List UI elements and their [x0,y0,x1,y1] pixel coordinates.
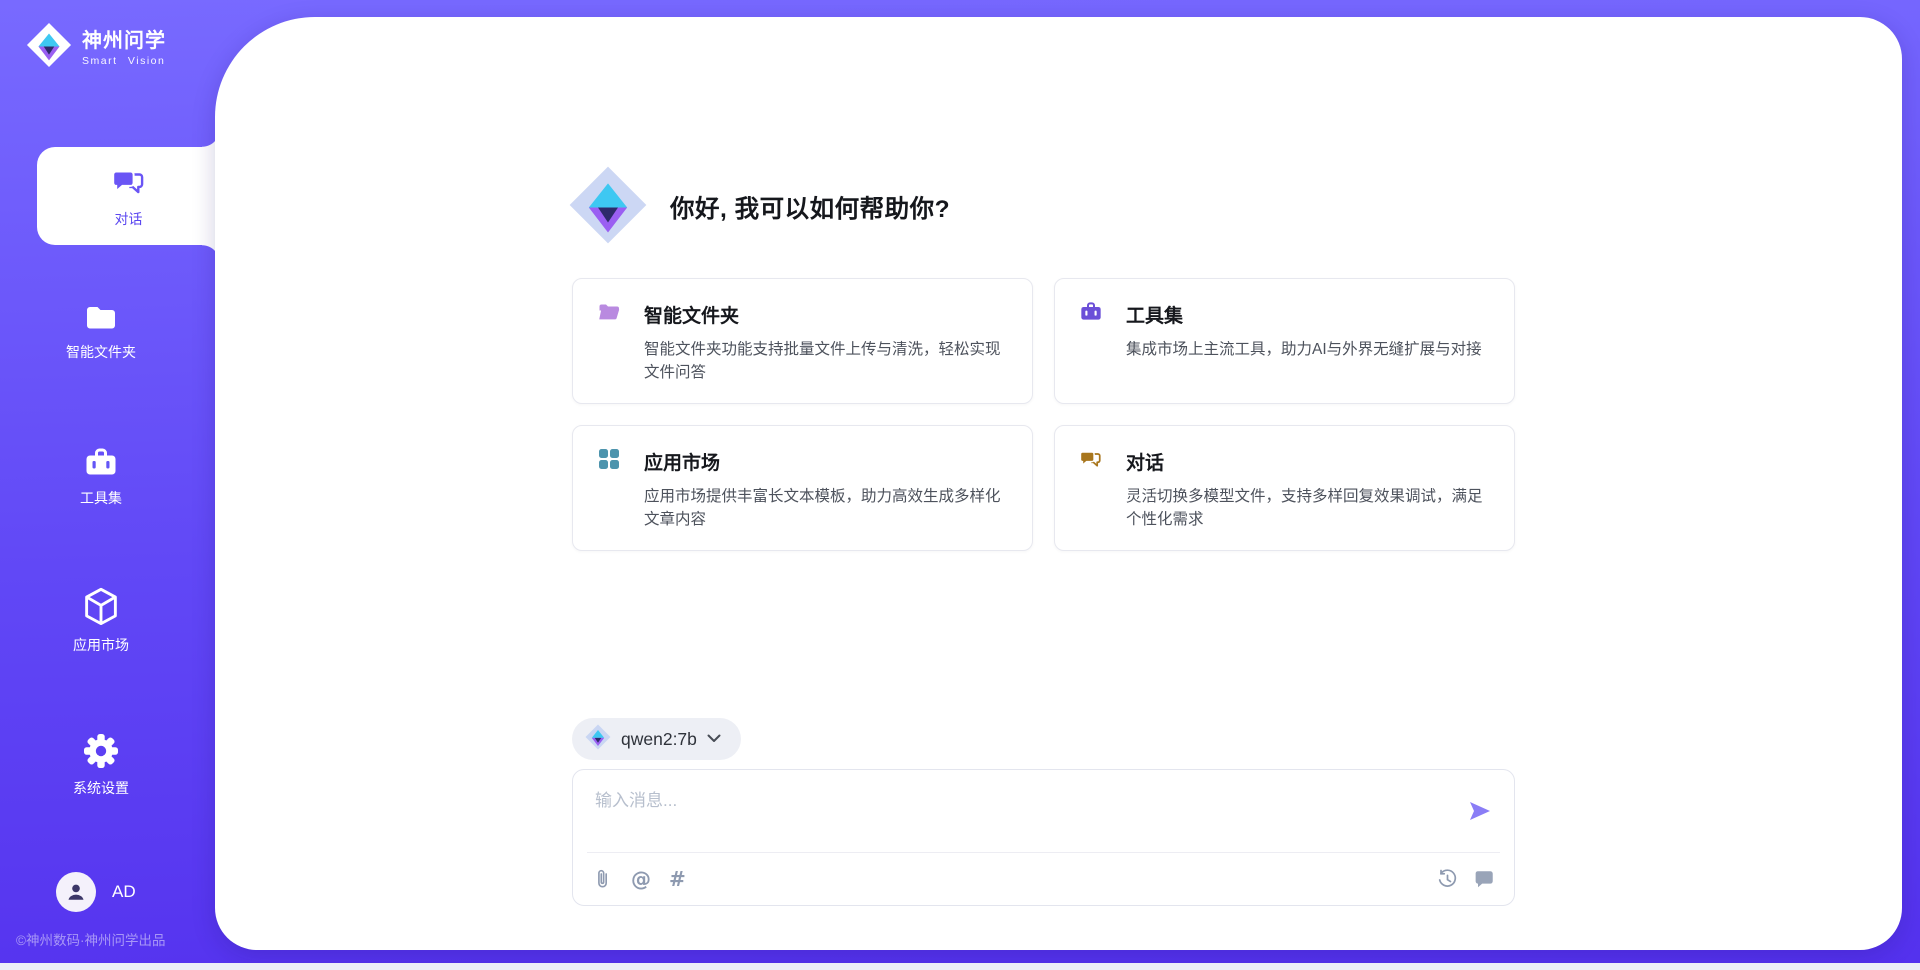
greeting: 你好, 我可以如何帮助你? [568,165,950,250]
brand-subtitle: Smart Vision [82,55,166,67]
card-smart-folder[interactable]: 智能文件夹 智能文件夹功能支持批量文件上传与清洗，轻松实现文件问答 [572,278,1033,404]
card-description: 智能文件夹功能支持批量文件上传与清洗，轻松实现文件问答 [644,338,1008,385]
history-button[interactable] [1437,869,1458,890]
sidebar-item-label: 工具集 [80,488,122,508]
card-title: 工具集 [1126,301,1183,328]
sidebar: 神州问学 Smart Vision 对话 智能文件夹 [0,0,215,970]
send-button[interactable] [1466,798,1494,827]
card-toolset[interactable]: 工具集 集成市场上主流工具，助力AI与外界无缝扩展与对接 [1054,278,1515,404]
user-account[interactable]: AD [56,872,136,912]
greeting-diamond-logo-icon [568,165,648,250]
brand-title: 神州问学 [82,29,166,53]
send-icon [1468,800,1492,822]
chat-bubbles-icon [1079,447,1103,476]
card-description: 应用市场提供丰富长文本模板，助力高效生成多样化文章内容 [644,485,1008,532]
sidebar-item-chat[interactable]: 对话 [37,147,220,245]
main-panel: 你好, 我可以如何帮助你? 智能文件夹 智能文件夹功能支持批量文件上传与清洗，轻… [215,17,1902,950]
folder-icon [83,299,119,335]
chevron-down-icon [707,730,721,748]
new-chat-button[interactable] [1474,869,1494,889]
sidebar-item-settings[interactable]: 系统设置 [0,731,202,798]
brand: 神州问学 Smart Vision [26,22,166,73]
sidebar-item-label: 应用市场 [73,635,129,655]
model-diamond-logo-icon [585,724,611,755]
card-app-market[interactable]: 应用市场 应用市场提供丰富长文本模板，助力高效生成多样化文章内容 [572,425,1033,551]
app-grid-icon [597,447,621,476]
hash-topic-button[interactable]: # [669,868,686,890]
card-title: 对话 [1126,448,1164,475]
toolbox-icon [1079,300,1103,329]
toolbox-icon [83,445,119,481]
history-icon [1437,869,1458,890]
chat-bubble-icon [1474,869,1494,889]
hash-topic-icon: # [669,868,686,890]
at-mention-button[interactable]: @ [631,868,651,890]
model-selector[interactable]: qwen2:7b [572,718,741,760]
folder-open-icon [597,300,621,329]
card-description: 集成市场上主流工具，助力AI与外界无缝扩展与对接 [1126,338,1490,361]
avatar [56,872,96,912]
chat-bubbles-icon [111,164,147,203]
window-bottom-strip [0,963,1920,970]
copyright-footer: ©神州数码·神州问学出品 [16,929,165,949]
composer-divider [587,852,1500,853]
at-mention-icon: @ [631,868,651,890]
card-title: 应用市场 [644,448,720,475]
user-name: AD [112,882,136,902]
sidebar-item-label: 对话 [115,209,143,229]
message-composer: @ # [572,769,1515,906]
card-description: 灵活切换多模型文件，支持多样回复效果调试，满足个性化需求 [1126,485,1490,532]
greeting-text: 你好, 我可以如何帮助你? [670,190,950,225]
card-title: 智能文件夹 [644,301,739,328]
sidebar-item-label: 系统设置 [73,778,129,798]
sidebar-item-apps[interactable]: 应用市场 [0,586,202,655]
sidebar-item-folders[interactable]: 智能文件夹 [0,299,202,362]
paperclip-icon [593,868,613,890]
sidebar-item-tools[interactable]: 工具集 [0,445,202,508]
message-input[interactable] [593,784,1437,846]
attach-file-button[interactable] [593,868,613,890]
sidebar-item-label: 智能文件夹 [66,342,136,362]
gear-icon [81,731,121,771]
feature-cards: 智能文件夹 智能文件夹功能支持批量文件上传与清洗，轻松实现文件问答 工具集 [572,278,1515,551]
model-name: qwen2:7b [621,729,697,750]
cube-icon [81,586,121,628]
card-chat[interactable]: 对话 灵活切换多模型文件，支持多样回复效果调试，满足个性化需求 [1054,425,1515,551]
brand-diamond-logo-icon [26,22,72,73]
